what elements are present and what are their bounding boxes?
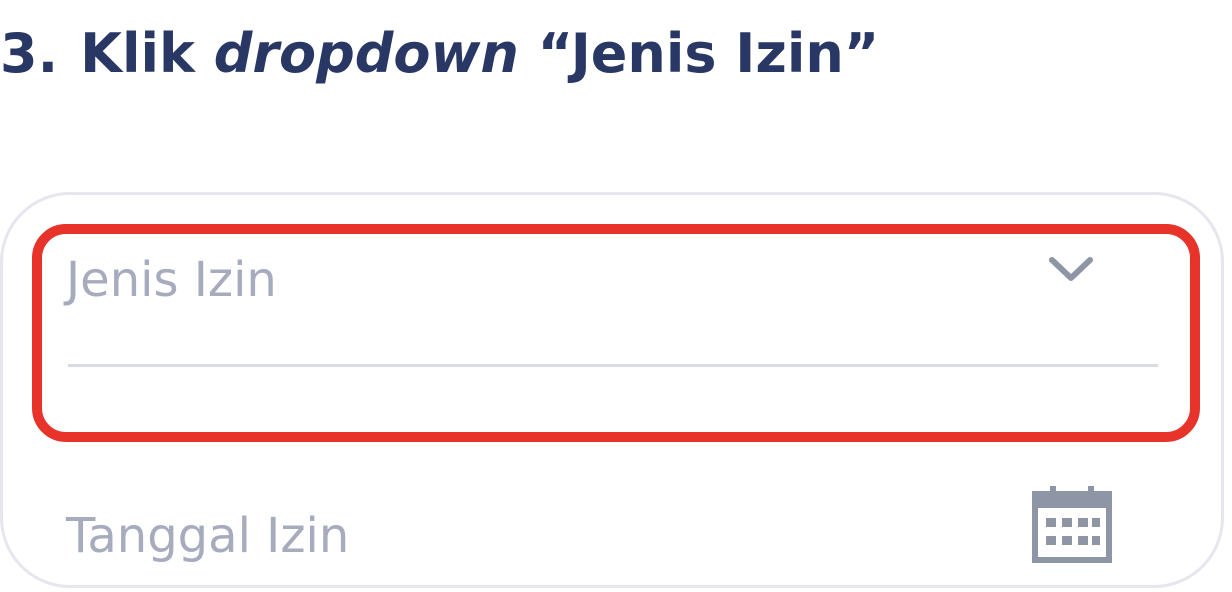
step-emphasis: dropdown (213, 22, 519, 85)
step-verb: Klik (80, 22, 195, 85)
calendar-icon[interactable] (1032, 484, 1112, 564)
tutorial-step: 3. Klik dropdown “Jenis Izin” Jenis Izin … (0, 0, 1232, 592)
step-number: 3. (0, 22, 59, 85)
step-instruction-title: 3. Klik dropdown “Jenis Izin” (0, 18, 879, 90)
step-target-name: “Jenis Izin” (537, 22, 880, 85)
highlight-box (32, 224, 1200, 442)
tanggal-izin-field[interactable]: Tanggal Izin (66, 508, 349, 564)
